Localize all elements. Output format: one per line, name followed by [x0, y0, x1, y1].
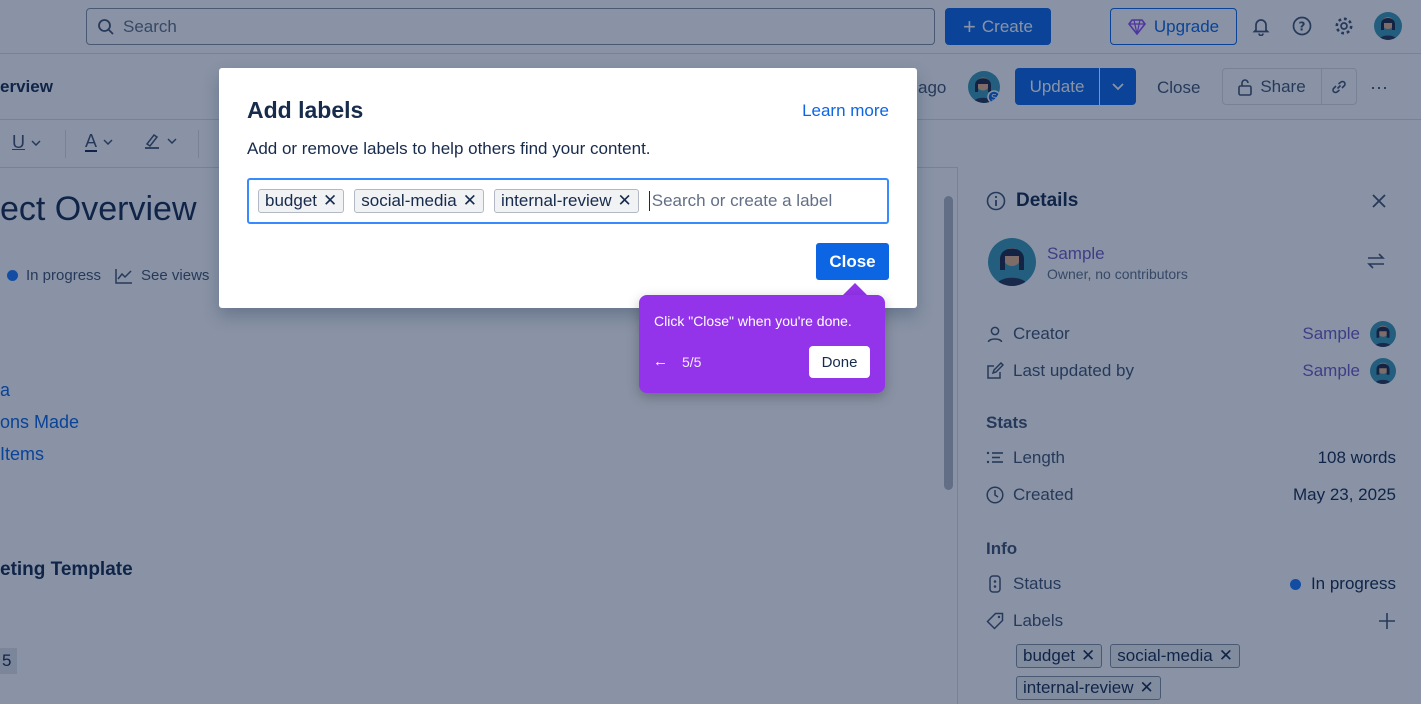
- back-arrow-icon[interactable]: ←: [653, 353, 668, 370]
- label-chip[interactable]: internal-review ✕: [493, 189, 639, 213]
- remove-label-icon[interactable]: ✕: [617, 191, 631, 211]
- dialog-title: Add labels: [247, 97, 364, 123]
- label-chip-text: internal-review: [500, 191, 612, 210]
- tooltip-step-counter: 5/5: [682, 354, 702, 370]
- label-picker[interactable]: budget ✕ social-media ✕ internal-review ✕: [247, 178, 889, 224]
- label-chip-text: social-media: [361, 191, 457, 210]
- dialog-close-button[interactable]: Close: [816, 243, 889, 280]
- dialog-description: Add or remove labels to help others find…: [247, 139, 651, 158]
- remove-label-icon[interactable]: ✕: [323, 191, 337, 211]
- learn-more-link[interactable]: Learn more: [802, 101, 889, 121]
- add-labels-dialog: Add labels Learn more Add or remove labe…: [219, 68, 917, 308]
- label-search-input[interactable]: [648, 191, 849, 211]
- label-chip[interactable]: social-media ✕: [354, 189, 484, 213]
- tooltip-text: Click "Close" when you're done.: [654, 313, 852, 329]
- label-chip[interactable]: budget ✕: [258, 189, 345, 213]
- guide-tooltip: Click "Close" when you're done. ← 5/5 Do…: [639, 295, 885, 393]
- label-chip-text: budget: [265, 191, 317, 210]
- tooltip-done-button[interactable]: Done: [809, 346, 870, 378]
- remove-label-icon[interactable]: ✕: [463, 191, 477, 211]
